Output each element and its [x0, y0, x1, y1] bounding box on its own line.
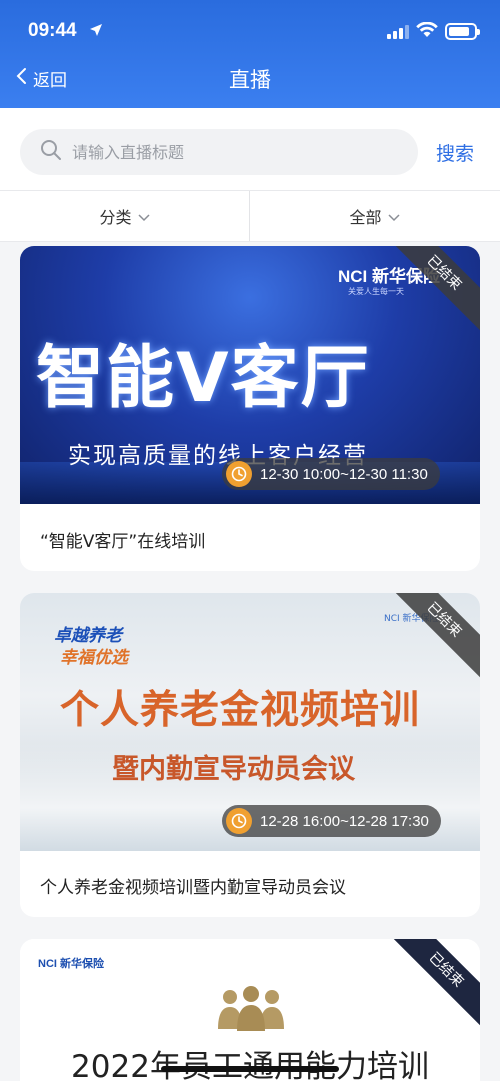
- location-arrow-icon: [89, 22, 103, 41]
- people-group-icon: [216, 985, 286, 1035]
- live-card[interactable]: NCI 新华保险 卓越养老 幸福优选 个人养老金视频培训 暨内勤宣导动员会议 已…: [20, 593, 480, 917]
- ended-badge: 已结束: [390, 246, 480, 336]
- live-banner: NCI 新华保险 关爱人生每一天 智能V客厅 实现高质量的线上客户经营 已结束 …: [20, 246, 480, 504]
- card-caption: 个人养老金视频培训暨内勤宣导动员会议: [40, 878, 346, 898]
- ended-badge: 已结束: [390, 593, 480, 683]
- live-card[interactable]: NCI 新华保险 关爱人生每一天 智能V客厅 实现高质量的线上客户经营 已结束 …: [20, 246, 480, 571]
- clock-icon: [226, 461, 252, 487]
- clock-icon: [226, 808, 252, 834]
- banner-title: 个人养老金视频培训: [60, 688, 421, 733]
- search-input[interactable]: [72, 142, 372, 162]
- search-icon: [40, 139, 62, 165]
- time-range: 12-28 16:00~12-28 17:30: [222, 805, 441, 837]
- category-filter-label: 分类: [99, 208, 132, 227]
- cellular-signal-icon: [387, 24, 409, 43]
- wifi-icon: [416, 21, 438, 42]
- live-card[interactable]: NCI 新华保险 2022年员工通用能力培训 已结束: [20, 939, 480, 1081]
- search-button[interactable]: 搜索: [436, 139, 474, 166]
- banner-slogan: 幸福优选: [60, 648, 128, 668]
- category-filter[interactable]: 分类: [0, 191, 249, 241]
- status-filter[interactable]: 全部: [250, 191, 499, 241]
- banner-title: 智能V客厅: [36, 339, 371, 418]
- chevron-down-icon: [137, 207, 150, 226]
- ended-badge: 已结束: [365, 939, 480, 1054]
- time-range-text: 12-28 16:00~12-28 17:30: [260, 812, 429, 830]
- page-title: 直播: [229, 68, 271, 92]
- home-indicator: [161, 1066, 339, 1072]
- time-range: 12-30 10:00~12-30 11:30: [222, 458, 440, 490]
- battery-icon: [445, 23, 480, 40]
- status-bar: 09:44: [0, 0, 500, 60]
- live-banner: NCI 新华保险 卓越养老 幸福优选 个人养老金视频培训 暨内勤宣导动员会议 已…: [20, 593, 480, 851]
- banner-subtitle: 暨内勤宣导动员会议: [112, 754, 355, 785]
- chevron-down-icon: [387, 207, 400, 226]
- filter-bar: 分类 全部: [0, 190, 500, 242]
- card-caption: “智能V客厅”在线培训: [40, 532, 206, 552]
- search-bar: 搜索: [0, 108, 500, 190]
- nci-logo: NCI 新华保险: [38, 958, 104, 970]
- status-filter-label: 全部: [349, 208, 382, 227]
- search-box[interactable]: [20, 129, 418, 175]
- live-banner: NCI 新华保险 2022年员工通用能力培训 已结束: [20, 939, 480, 1081]
- status-time: 09:44: [28, 20, 77, 41]
- time-range-text: 12-30 10:00~12-30 11:30: [260, 465, 428, 483]
- app-header: 09:44 返回 直播: [0, 0, 500, 108]
